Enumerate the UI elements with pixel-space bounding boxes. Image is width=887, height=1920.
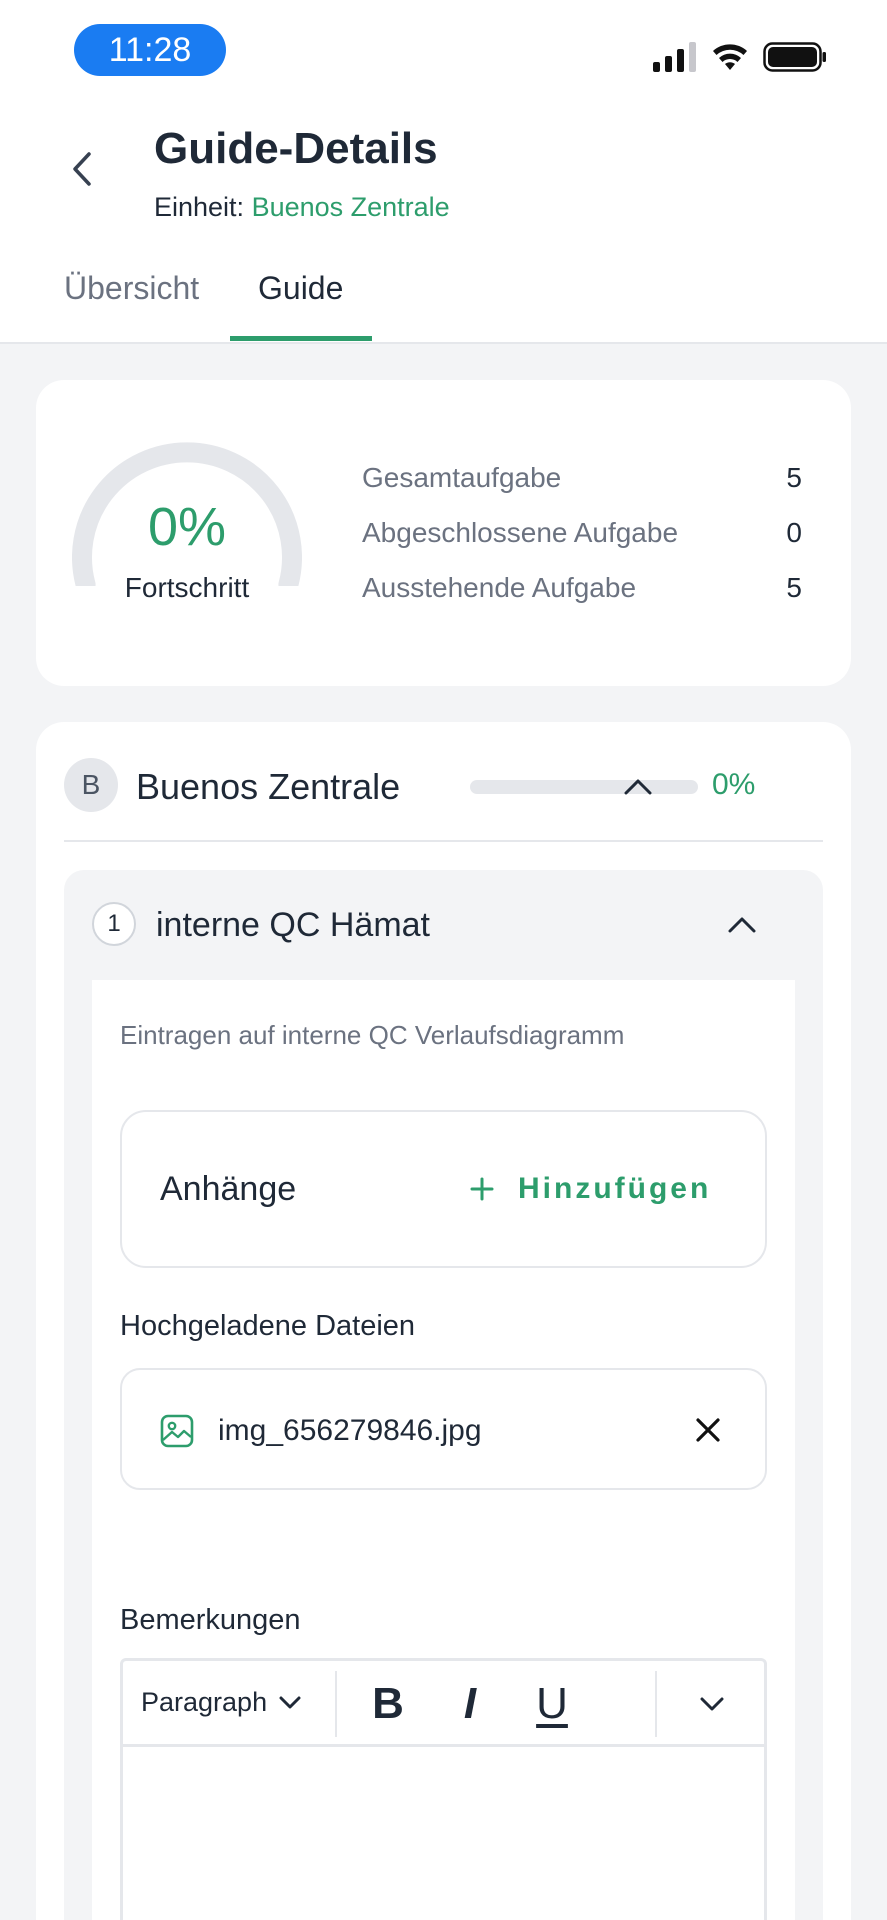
- step-number: 1: [92, 902, 136, 946]
- stat-row-pending: Ausstehende Aufgabe 5: [362, 572, 802, 604]
- progress-caption: Fortschritt: [124, 572, 250, 603]
- stat-label: Ausstehende Aufgabe: [362, 572, 637, 603]
- collapse-step-button[interactable]: [722, 910, 762, 940]
- back-button[interactable]: [62, 144, 102, 194]
- add-attachment-label: Hinzufügen: [518, 1172, 712, 1205]
- unit-avatar: B: [64, 758, 118, 812]
- uploaded-files-label: Hochgeladene Dateien: [120, 1310, 416, 1342]
- active-tab-indicator: [230, 336, 372, 341]
- progress-percent: 0%: [147, 497, 227, 557]
- bold-button[interactable]: B: [363, 1679, 413, 1729]
- toolbar-separator: [335, 1671, 337, 1737]
- unit-progress-percent: 0%: [712, 768, 756, 801]
- italic-button[interactable]: I: [445, 1679, 495, 1729]
- tab-overview[interactable]: Übersicht: [64, 270, 199, 344]
- stat-value: 5: [786, 462, 802, 493]
- uploaded-file-item: img_656279846.jpg: [120, 1368, 767, 1490]
- remove-file-button[interactable]: [688, 1410, 728, 1450]
- wifi-icon: [713, 44, 747, 70]
- status-bar: 11:28: [0, 0, 887, 100]
- battery-icon: [763, 42, 826, 72]
- chevron-up-icon: [624, 779, 652, 795]
- page-title: Guide-Details: [154, 124, 438, 173]
- collapse-unit-button[interactable]: [618, 772, 658, 802]
- chevron-down-icon: [279, 1696, 301, 1708]
- unit-subtitle: Einheit: Buenos Zentrale: [154, 192, 450, 223]
- more-tools-button[interactable]: [687, 1679, 737, 1729]
- unit-prefix: Einheit:: [154, 192, 245, 222]
- unit-guide-card: B Buenos Zentrale 0% 1 interne QC Hämat …: [36, 722, 851, 1920]
- paragraph-label: Paragraph: [141, 1687, 268, 1717]
- section-divider: [64, 840, 823, 842]
- attachments-box: Anhänge Hinzufügen: [120, 1110, 767, 1268]
- status-icons: [653, 42, 827, 72]
- stat-value: 0: [786, 517, 802, 548]
- page-header: Guide-Details Einheit: Buenos Zentrale Ü…: [0, 100, 887, 344]
- plus-icon: [470, 1177, 494, 1201]
- tab-guide[interactable]: Guide: [258, 270, 343, 344]
- toolbar-separator: [655, 1671, 657, 1737]
- unit-name-link[interactable]: Buenos Zentrale: [252, 192, 450, 222]
- editor-text-area[interactable]: [123, 1747, 764, 1920]
- step-title: interne QC Hämat: [156, 906, 430, 944]
- stat-value: 5: [786, 572, 802, 603]
- step-description: Eintragen auf interne QC Verlaufsdiagram…: [120, 1020, 625, 1050]
- attachments-title: Anhänge: [160, 1170, 297, 1208]
- chevron-up-icon: [728, 917, 756, 933]
- underline-button[interactable]: U: [527, 1679, 577, 1729]
- unit-progress-bar: [470, 780, 698, 794]
- stat-label: Gesamtaufgabe: [362, 462, 562, 493]
- progress-summary-card: 0% Fortschritt Gesamtaufgabe 5 Abgeschlo…: [36, 380, 851, 686]
- stat-label: Abgeschlossene Aufgabe: [362, 517, 679, 548]
- image-file-icon: [160, 1414, 194, 1448]
- chevron-down-icon: [700, 1697, 724, 1711]
- remarks-label: Bemerkungen: [120, 1604, 301, 1636]
- editor-toolbar: Paragraph B I U: [123, 1661, 764, 1747]
- signal-icon: [653, 42, 696, 72]
- unit-section-name: Buenos Zentrale: [136, 766, 401, 807]
- close-icon: [696, 1418, 720, 1442]
- stat-row-completed: Abgeschlossene Aufgabe 0: [362, 517, 802, 549]
- file-name[interactable]: img_656279846.jpg: [218, 1414, 482, 1448]
- remarks-editor: Paragraph B I U: [120, 1658, 767, 1920]
- status-time: 11:28: [74, 24, 226, 76]
- chevron-left-icon: [73, 152, 91, 186]
- step-content: Eintragen auf interne QC Verlaufsdiagram…: [92, 980, 795, 1920]
- stat-row-total: Gesamtaufgabe 5: [362, 462, 802, 494]
- add-attachment-button[interactable]: Hinzufügen: [470, 1172, 711, 1206]
- step-panel: 1 interne QC Hämat Eintragen auf interne…: [64, 870, 823, 1920]
- paragraph-format-select[interactable]: Paragraph: [141, 1687, 301, 1718]
